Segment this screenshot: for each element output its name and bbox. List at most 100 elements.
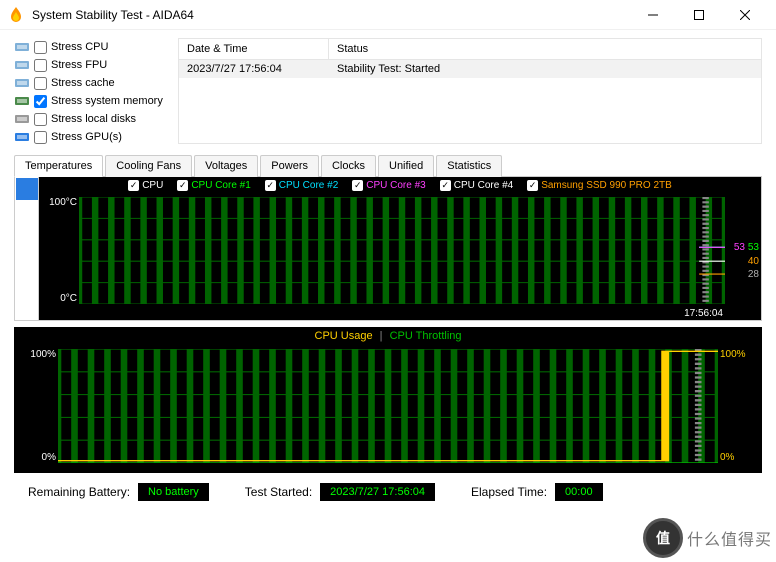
stress-checkbox[interactable] <box>34 41 47 54</box>
legend-label: CPU Core #4 <box>454 180 513 191</box>
stress-option: Stress system memory <box>14 92 172 110</box>
stress-option: Stress GPU(s) <box>14 128 172 146</box>
series-sidebar <box>15 177 39 320</box>
stress-option: Stress FPU <box>14 56 172 74</box>
window-controls <box>630 0 768 30</box>
log-cell-datetime: 2023/7/27 17:56:04 <box>179 60 329 78</box>
temp-y-axis: 100°C 0°C <box>41 197 77 304</box>
stress-checkbox[interactable] <box>34 113 47 126</box>
legend-cpu-throttling: CPU Throttling <box>390 330 462 342</box>
legend-item[interactable]: ✓CPU Core #3 <box>352 180 425 191</box>
usage-legend: CPU Usage | CPU Throttling <box>14 327 762 345</box>
log-row[interactable]: 2023/7/27 17:56:04Stability Test: Starte… <box>179 60 761 78</box>
temp-x-time: 17:56:04 <box>684 308 723 319</box>
status-bar: Remaining Battery: No battery Test Start… <box>14 473 762 511</box>
maximize-button[interactable] <box>676 0 722 30</box>
temp-plot-area[interactable] <box>79 197 725 304</box>
stress-label[interactable]: Stress local disks <box>51 113 136 125</box>
stress-label[interactable]: Stress system memory <box>51 95 163 107</box>
temp-current-values: 53534028 <box>727 197 759 304</box>
stress-option: Stress local disks <box>14 110 172 128</box>
stress-option: Stress cache <box>14 74 172 92</box>
window-title: System Stability Test - AIDA64 <box>32 8 630 22</box>
current-value: 28 <box>748 269 759 280</box>
legend-checkbox[interactable]: ✓ <box>128 180 139 191</box>
legend-label: Samsung SSD 990 PRO 2TB <box>541 180 672 191</box>
legend-item[interactable]: ✓CPU <box>128 180 163 191</box>
legend-label: CPU Core #3 <box>366 180 425 191</box>
event-log: Date & Time Status 2023/7/27 17:56:04Sta… <box>178 38 762 144</box>
minimize-button[interactable] <box>630 0 676 30</box>
legend-checkbox[interactable]: ✓ <box>265 180 276 191</box>
tab-voltages[interactable]: Voltages <box>194 155 258 177</box>
stress-checkbox[interactable] <box>34 77 47 90</box>
usage-right-top: 100% <box>720 349 746 360</box>
tab-statistics[interactable]: Statistics <box>436 155 502 177</box>
stress-options: Stress CPU Stress FPU Stress cache Stres… <box>14 38 172 146</box>
legend-label: CPU <box>142 180 163 191</box>
stress-label[interactable]: Stress GPU(s) <box>51 131 122 143</box>
usage-plot-area[interactable] <box>58 349 718 463</box>
tab-cooling-fans[interactable]: Cooling Fans <box>105 155 192 177</box>
legend-checkbox[interactable]: ✓ <box>177 180 188 191</box>
current-value: 53 <box>734 242 745 253</box>
tab-body-temperatures: ✓CPU✓CPU Core #1✓CPU Core #2✓CPU Core #3… <box>14 177 762 321</box>
tab-unified[interactable]: Unified <box>378 155 434 177</box>
current-value: 40 <box>748 256 759 267</box>
usage-y-left: 100% 0% <box>18 349 56 463</box>
y-axis-bottom: 0°C <box>60 293 77 304</box>
tab-powers[interactable]: Powers <box>260 155 319 177</box>
log-cell-status: Stability Test: Started <box>329 60 761 78</box>
legend-item[interactable]: ✓CPU Core #1 <box>177 180 250 191</box>
device-icon <box>14 77 30 89</box>
legend-item[interactable]: ✓CPU Core #4 <box>440 180 513 191</box>
legend-label: CPU Core #2 <box>279 180 338 191</box>
started-value: 2023/7/27 17:56:04 <box>320 483 435 501</box>
elapsed-label: Elapsed Time: <box>471 485 547 499</box>
usage-right-bottom: 0% <box>720 452 734 463</box>
battery-label: Remaining Battery: <box>28 485 130 499</box>
tab-clocks[interactable]: Clocks <box>321 155 376 177</box>
stress-checkbox[interactable] <box>34 95 47 108</box>
device-icon <box>14 41 30 53</box>
legend-item[interactable]: ✓Samsung SSD 990 PRO 2TB <box>527 180 672 191</box>
legend-checkbox[interactable]: ✓ <box>527 180 538 191</box>
stress-label[interactable]: Stress FPU <box>51 59 107 71</box>
usage-y-top: 100% <box>30 349 56 360</box>
log-header-status[interactable]: Status <box>329 39 761 59</box>
watermark: 值 什么值得买 <box>643 518 772 558</box>
titlebar: System Stability Test - AIDA64 <box>0 0 776 30</box>
device-icon <box>14 95 30 107</box>
legend-checkbox[interactable]: ✓ <box>352 180 363 191</box>
tabs: TemperaturesCooling FansVoltagesPowersCl… <box>14 154 762 177</box>
stress-checkbox[interactable] <box>34 131 47 144</box>
elapsed-value: 00:00 <box>555 483 603 501</box>
watermark-badge: 值 <box>643 518 683 558</box>
legend-item[interactable]: ✓CPU Core #2 <box>265 180 338 191</box>
watermark-text: 什么值得买 <box>687 526 772 550</box>
stress-label[interactable]: Stress cache <box>51 77 115 89</box>
close-button[interactable] <box>722 0 768 30</box>
stress-checkbox[interactable] <box>34 59 47 72</box>
stress-option: Stress CPU <box>14 38 172 56</box>
usage-y-right: 100% 0% <box>720 349 758 463</box>
cpu-usage-chart: CPU Usage | CPU Throttling 100% 0% 100% … <box>14 327 762 473</box>
legend-cpu-usage: CPU Usage <box>315 330 373 342</box>
legend-label: CPU Core #1 <box>191 180 250 191</box>
legend-sep: | <box>380 330 383 342</box>
tab-temperatures[interactable]: Temperatures <box>14 155 103 177</box>
temperature-chart: ✓CPU✓CPU Core #1✓CPU Core #2✓CPU Core #3… <box>39 177 761 320</box>
started-label: Test Started: <box>245 485 312 499</box>
battery-value: No battery <box>138 483 209 501</box>
device-icon <box>14 131 30 143</box>
current-value: 53 <box>748 242 759 253</box>
temp-legend: ✓CPU✓CPU Core #1✓CPU Core #2✓CPU Core #3… <box>39 177 761 193</box>
usage-y-bottom: 0% <box>42 452 56 463</box>
legend-checkbox[interactable]: ✓ <box>440 180 451 191</box>
log-header-datetime[interactable]: Date & Time <box>179 39 329 59</box>
y-axis-top: 100°C <box>49 197 77 208</box>
device-icon <box>14 113 30 125</box>
stress-label[interactable]: Stress CPU <box>51 41 108 53</box>
series-color-swatch[interactable] <box>16 178 38 200</box>
app-icon <box>8 7 24 23</box>
